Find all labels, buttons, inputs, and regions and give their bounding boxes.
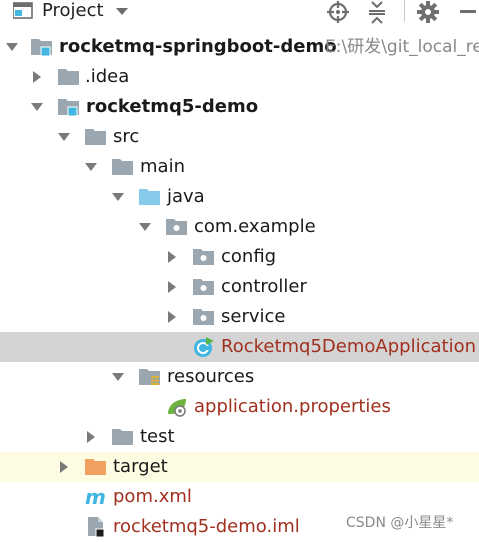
tree-row-test[interactable]: test [0,422,479,452]
resources-folder-icon [139,369,160,385]
tree-row-service[interactable]: service [0,302,479,332]
chevron-right-icon[interactable] [30,70,44,84]
tree-item-label: com.example [194,216,316,237]
tree-item-label: rocketmq-springboot-demo [59,36,337,57]
chevron-right-icon[interactable] [57,460,71,474]
package-icon [193,309,214,325]
package-icon [193,279,214,295]
project-folder-icon [13,2,33,19]
tree-item-label: .idea [85,66,130,87]
tree-row-java[interactable]: java [0,182,479,212]
svg-text:m: m [85,486,106,508]
tree-row-module[interactable]: rocketmq5-demo [0,92,479,122]
watermark: CSDN @小星星* [346,515,454,531]
tree-item-label: target [113,456,168,477]
project-tool-window-header: Project [0,0,479,24]
folder-icon [58,69,79,85]
tree-row-pom[interactable]: m pom.xml [0,482,479,512]
minimize-icon[interactable] [456,0,479,24]
package-icon [166,219,187,235]
folder-icon [85,129,106,145]
tree-item-label: application.properties [194,396,391,417]
tree-row-application-class[interactable]: Rocketmq5DemoApplication [0,332,479,362]
tree-row-src[interactable]: src [0,122,479,152]
tree-item-label: rocketmq5-demo [86,96,259,117]
tree-row-idea[interactable]: .idea [0,62,479,92]
tree-row-root-project[interactable]: rocketmq-springboot-demo E:\研发\git_local… [0,32,479,62]
excluded-folder-icon [85,459,106,475]
chevron-right-icon[interactable] [165,310,179,324]
tree-row-application-properties[interactable]: application.properties [0,392,479,422]
chevron-right-icon[interactable] [165,250,179,264]
tree-item-label: main [140,156,185,177]
gear-icon[interactable] [416,0,440,24]
tree-row-main[interactable]: main [0,152,479,182]
tree-item-label: java [167,186,205,207]
chevron-right-icon[interactable] [165,280,179,294]
tree-row-controller[interactable]: controller [0,272,479,302]
tree-item-label: rocketmq5-demo.iml [113,516,300,537]
tree-row-package[interactable]: com.example [0,212,479,242]
module-folder-icon [31,39,52,57]
chevron-down-icon[interactable] [30,100,44,114]
tree-row-resources[interactable]: resources [0,362,479,392]
tree-item-label: config [221,246,277,267]
chevron-down-icon[interactable] [57,130,71,144]
module-folder-icon [58,99,79,117]
project-path-label: E:\研发\git_local_re [325,37,479,57]
module-file-icon [88,517,105,538]
tree-item-label: test [140,426,175,447]
chevron-down-icon[interactable] [111,370,125,384]
tree-row-config[interactable]: config [0,242,479,272]
folder-icon [112,159,133,175]
tree-item-label: Rocketmq5DemoApplication [221,336,476,357]
source-folder-icon [139,189,160,205]
chevron-down-icon[interactable] [5,40,19,54]
tree-item-label: service [221,306,286,327]
collapse-all-icon[interactable] [366,0,388,24]
tree-item-label: controller [221,276,307,297]
chevron-down-icon[interactable] [111,190,125,204]
spring-boot-class-icon [194,337,214,357]
tree-row-target[interactable]: target [0,452,479,482]
spring-properties-icon [168,399,186,417]
folder-icon [112,429,133,445]
package-icon [193,249,214,265]
tree-item-label: pom.xml [113,486,192,507]
chevron-down-icon[interactable] [113,2,131,20]
tree-item-label: src [113,126,140,147]
maven-icon: m [85,486,106,508]
crosshair-icon[interactable] [326,0,350,24]
header-divider [404,0,405,22]
chevron-right-icon[interactable] [84,430,98,444]
chevron-down-icon[interactable] [84,160,98,174]
tool-window-title[interactable]: Project [42,0,104,23]
tree-item-label: resources [167,366,255,387]
chevron-down-icon[interactable] [138,220,152,234]
project-tool-window: Project rocketmq-springboot-demo E:\研发\g… [0,0,479,542]
